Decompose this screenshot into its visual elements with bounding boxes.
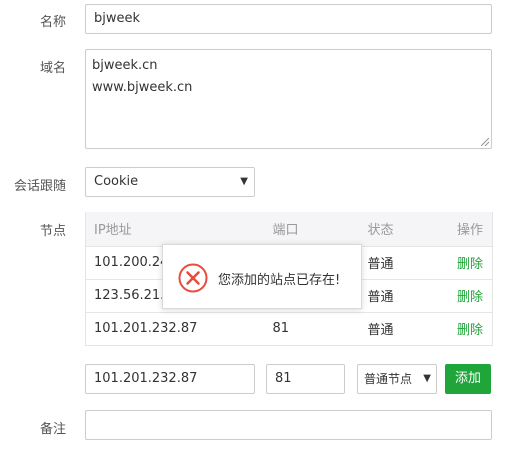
name-input[interactable]: bjweek: [85, 4, 492, 34]
name-input-value: bjweek: [94, 11, 141, 26]
name-label: 名称: [39, 15, 66, 30]
caret-down-icon: ▼: [240, 176, 248, 187]
delete-link[interactable]: 删除: [457, 290, 483, 305]
node-type-value: 普通节点: [364, 372, 413, 386]
col-port-header: 端口: [264, 212, 360, 247]
row-ip: 101.201.232.87: [85, 312, 265, 346]
row-port: 81: [264, 312, 360, 346]
remark-input[interactable]: [85, 410, 492, 440]
resize-grip-icon[interactable]: [481, 138, 489, 146]
col-status-header: 状态: [359, 212, 430, 247]
remark-label: 备注: [39, 422, 66, 437]
add-node-button[interactable]: 添加: [445, 364, 491, 394]
toast-message: 您添加的站点已存在!: [218, 273, 341, 288]
node-ip-value: 101.201.232.87: [94, 371, 198, 386]
row-status: 普通: [359, 246, 430, 280]
caret-down-icon: ▼: [423, 373, 431, 384]
delete-link[interactable]: 删除: [457, 257, 483, 272]
session-label: 会话跟随: [13, 179, 66, 194]
domain-textarea[interactable]: bjweek.cn www.bjweek.cn: [85, 49, 492, 149]
node-ip-input[interactable]: 101.201.232.87: [85, 364, 255, 394]
domain-label: 域名: [39, 61, 66, 76]
domain-line: www.bjweek.cn: [92, 80, 193, 95]
node-type-select[interactable]: 普通节点 ▼: [357, 364, 437, 394]
table-header-row: IP地址 端口 状态 操作: [85, 212, 493, 247]
delete-link[interactable]: 删除: [457, 323, 483, 338]
col-action-header: 操作: [429, 212, 493, 247]
col-ip-header: IP地址: [85, 212, 265, 247]
node-port-value: 81: [275, 371, 292, 386]
error-circle-icon: [178, 263, 208, 293]
domain-line: bjweek.cn: [92, 58, 158, 73]
table-row: 101.201.232.87 81 普通 删除: [85, 312, 493, 346]
row-status: 普通: [359, 312, 430, 346]
session-select[interactable]: Cookie ▼: [85, 167, 255, 197]
node-port-input[interactable]: 81: [266, 364, 345, 394]
nodes-label: 节点: [39, 224, 66, 239]
session-select-value: Cookie: [94, 174, 139, 189]
error-toast: 您添加的站点已存在!: [162, 244, 362, 309]
row-status: 普通: [359, 279, 430, 313]
